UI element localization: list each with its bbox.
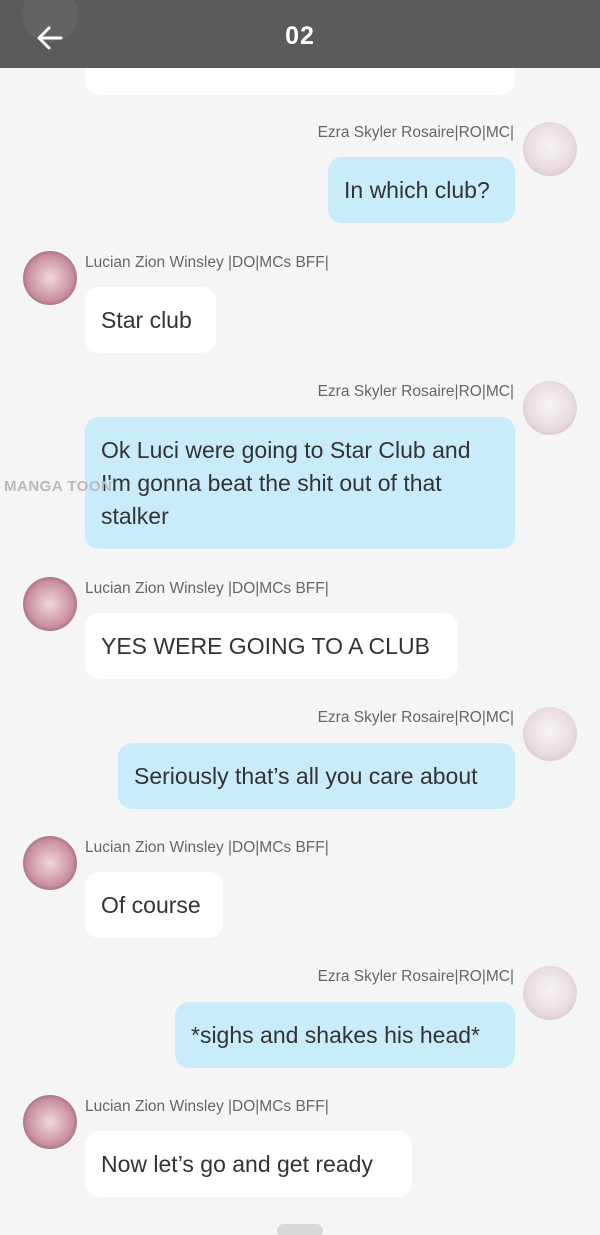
message-bubble: In which club?: [328, 157, 515, 223]
sender-name: Ezra Skyler Rosaire|RO|MC|: [317, 968, 514, 985]
sender-name: Lucian Zion Winsley |DO|MCs BFF|: [85, 839, 329, 856]
message-bubble: Of course: [85, 872, 223, 938]
sender-name: Lucian Zion Winsley |DO|MCs BFF|: [85, 1098, 329, 1115]
watermark: MANGA TOON: [4, 478, 113, 495]
sender-name: Lucian Zion Winsley |DO|MCs BFF|: [85, 254, 329, 271]
sender-name: Ezra Skyler Rosaire|RO|MC|: [317, 709, 514, 726]
avatar-lucian[interactable]: [23, 836, 77, 890]
avatar-ezra[interactable]: [523, 381, 577, 435]
avatar-lucian[interactable]: [23, 1095, 77, 1149]
avatar-lucian[interactable]: [23, 251, 77, 305]
avatar-ezra[interactable]: [523, 707, 577, 761]
message-bubble: YES WERE GOING TO A CLUB: [85, 613, 458, 679]
top-bar: 02: [0, 0, 600, 68]
chat-title: 02: [285, 22, 315, 50]
sender-name: Ezra Skyler Rosaire|RO|MC|: [317, 124, 514, 141]
message-bubble: Now let’s go and get ready: [85, 1131, 412, 1197]
message-bubble: *sighs and shakes his head*: [175, 1002, 515, 1068]
scroll-indicator[interactable]: [277, 1224, 323, 1235]
chat-screen: 02 Ezra Skyler Rosaire|RO|MC| In which c…: [0, 0, 600, 1235]
avatar-ezra[interactable]: [523, 966, 577, 1020]
avatar-ezra[interactable]: [523, 122, 577, 176]
sender-name: Lucian Zion Winsley |DO|MCs BFF|: [85, 580, 329, 597]
message-bubble: Ok Luci were going to Star Club and I'm …: [85, 417, 515, 549]
sender-name: Ezra Skyler Rosaire|RO|MC|: [317, 383, 514, 400]
message-bubble: Seriously that’s all you care about: [118, 743, 515, 809]
avatar-lucian[interactable]: [23, 577, 77, 631]
message-bubble: Star club: [85, 287, 216, 353]
